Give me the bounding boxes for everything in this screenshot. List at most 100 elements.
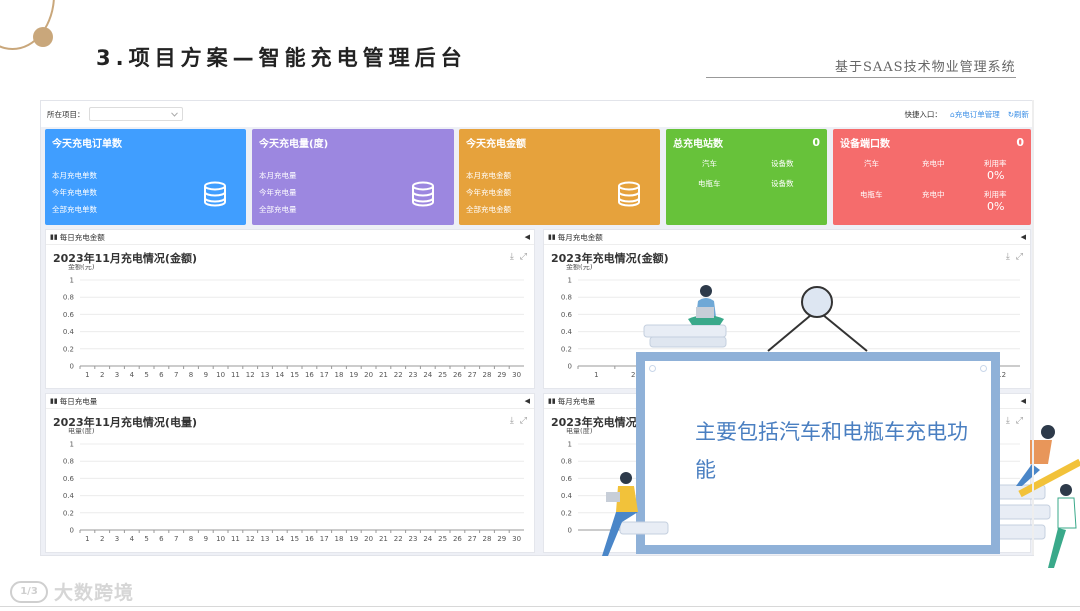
x-tick-label: 8 — [189, 371, 193, 379]
order-management-link[interactable]: ⌂充电订单管理 — [950, 109, 1000, 120]
panel-tab: 每日充电金额 — [59, 232, 105, 242]
project-select[interactable] — [88, 107, 183, 121]
y-tick-label: 0.2 — [63, 509, 74, 517]
x-tick-label: 20 — [364, 535, 373, 543]
x-tick-label: 14 — [275, 535, 284, 543]
y-tick-label: 0.8 — [561, 294, 572, 302]
y-axis-label: 金额(元) — [68, 264, 95, 271]
chart-toolbox: ⤓ ⤢ — [1006, 252, 1023, 262]
x-tick-label: 23 — [409, 535, 418, 543]
card-title: 今天充电金额 — [466, 139, 526, 150]
decorative-dot — [33, 27, 53, 47]
x-tick-label: 16 — [305, 535, 314, 543]
x-tick-label: 1 — [85, 535, 89, 543]
panel-daily-amount: ▮▮ 每日充电金额 ◀ 2023年11月充电情况(金额) ⤓ ⤢ 金额(元) 0 0.… — [45, 229, 535, 389]
y-tick-label: 1 — [568, 277, 572, 285]
fullscreen-icon[interactable]: ⤢ — [520, 252, 527, 262]
x-tick-label: 26 — [453, 371, 462, 379]
corner-dot — [980, 365, 987, 372]
slide-title: 3.项目方案—智能充电管理后台 — [96, 46, 467, 70]
y-axis-label: 电量(度) — [68, 428, 95, 435]
y-tick-label: 0.4 — [63, 328, 75, 336]
database-icon — [618, 181, 640, 207]
ebike-usage-value: 0% — [987, 200, 1005, 213]
x-tick-label: 11 — [231, 535, 240, 543]
x-tick-label: 1 — [85, 371, 89, 379]
order-management-label: 充电订单管理 — [954, 109, 1000, 119]
collapse-icon[interactable]: ◀ — [1021, 233, 1026, 241]
x-tick-label: 4 — [130, 535, 135, 543]
x-tick-label: 1 — [594, 371, 598, 379]
card-title: 今天充电订单数 — [52, 139, 122, 150]
x-tick-label: 9 — [204, 535, 208, 543]
download-icon[interactable]: ⤓ — [1006, 252, 1010, 262]
panel-tab: 每月充电量 — [557, 396, 596, 406]
x-tick-label: 3 — [115, 371, 119, 379]
x-tick-label: 13 — [261, 535, 270, 543]
x-tick-label: 27 — [468, 535, 477, 543]
x-tick-label: 28 — [483, 535, 492, 543]
card-amount[interactable]: 今天充电金额 本月充电金额 今年充电金额 全部充电金额 — [459, 129, 660, 225]
x-tick-label: 30 — [512, 535, 521, 543]
x-tick-label: 24 — [423, 371, 432, 379]
chevron-down-icon — [170, 111, 178, 117]
card-title: 设备端口数 — [840, 139, 890, 150]
y-tick-label: 0 — [568, 527, 572, 535]
card-energy[interactable]: 今天充电量(度) 本月充电量 今年充电量 全部充电量 — [252, 129, 454, 225]
collapse-icon[interactable]: ◀ — [1021, 397, 1026, 405]
y-tick-label: 0.8 — [63, 458, 74, 466]
chart-toolbox: ⤓ ⤢ — [510, 416, 527, 426]
car-label: 汽车 — [702, 159, 717, 168]
x-tick-label: 2 — [631, 371, 635, 379]
panel-tab: 每月充电金额 — [557, 232, 603, 242]
card-stations[interactable]: 总充电站数 0 汽车 设备数 电瓶车 设备数 — [666, 129, 827, 225]
fullscreen-icon[interactable]: ⤢ — [520, 416, 527, 426]
download-icon[interactable]: ⤓ — [510, 252, 514, 262]
card-ports[interactable]: 设备端口数 0 汽车 充电中 利用率 0% 电瓶车 充电中 利用率 0% — [833, 129, 1031, 225]
download-icon[interactable]: ⤓ — [510, 416, 514, 426]
bar-chart-icon: ▮▮ — [548, 233, 556, 241]
card-row: 今年充电金额 — [466, 188, 511, 197]
x-tick-label: 21 — [379, 371, 388, 379]
brand-logo: 1/3 大数跨境 — [10, 578, 134, 605]
note-text: 主要包括汽车和电瓶车充电功能 — [695, 420, 968, 482]
y-tick-label: 0 — [70, 527, 74, 535]
y-tick-label: 0.6 — [561, 475, 573, 483]
card-value: 0 — [1016, 136, 1024, 149]
card-orders[interactable]: 今天充电订单数 本月充电单数 今年充电单数 全部充电单数 — [45, 129, 246, 225]
y-tick-label: 0 — [568, 363, 572, 371]
x-tick-label: 28 — [483, 371, 492, 379]
logo-icon: 1/3 — [10, 580, 48, 603]
database-icon — [412, 181, 434, 207]
corner-dot — [649, 365, 656, 372]
subtitle-underline — [706, 77, 1016, 78]
y-tick-label: 1 — [70, 441, 74, 449]
panel-header: ▮▮ 每日充电量 ◀ — [46, 394, 534, 409]
y-tick-label: 0.6 — [561, 311, 573, 319]
car-label: 汽车 — [864, 159, 879, 168]
usage-label: 利用率 — [984, 159, 1007, 168]
y-axis-label: 电量(度) — [566, 428, 593, 435]
database-icon — [204, 181, 226, 207]
collapse-icon[interactable]: ◀ — [525, 233, 530, 241]
x-tick-label: 23 — [409, 371, 418, 379]
collapse-icon[interactable]: ◀ — [525, 397, 530, 405]
x-tick-label: 2 — [100, 371, 104, 379]
x-tick-label: 2 — [100, 535, 104, 543]
refresh-label: 刷新 — [1014, 109, 1029, 119]
panel-header: ▮▮ 每月充电金额 ◀ — [544, 230, 1030, 245]
usage-label: 利用率 — [984, 190, 1007, 199]
refresh-link[interactable]: ↻刷新 — [1008, 109, 1029, 120]
card-row: 今年充电量 — [259, 188, 297, 197]
slide-divider — [1032, 100, 1034, 555]
y-tick-label: 0.2 — [63, 345, 74, 353]
fullscreen-icon[interactable]: ⤢ — [1016, 252, 1023, 262]
y-tick-label: 0.8 — [63, 294, 74, 302]
card-row: 全部充电量 — [259, 205, 297, 214]
x-tick-label: 6 — [159, 535, 164, 543]
device-count-label: 设备数 — [771, 159, 794, 168]
x-tick-label: 5 — [144, 371, 148, 379]
x-tick-label: 3 — [115, 535, 119, 543]
panel-header: ▮▮ 每日充电金额 ◀ — [46, 230, 534, 245]
x-tick-label: 21 — [379, 535, 388, 543]
